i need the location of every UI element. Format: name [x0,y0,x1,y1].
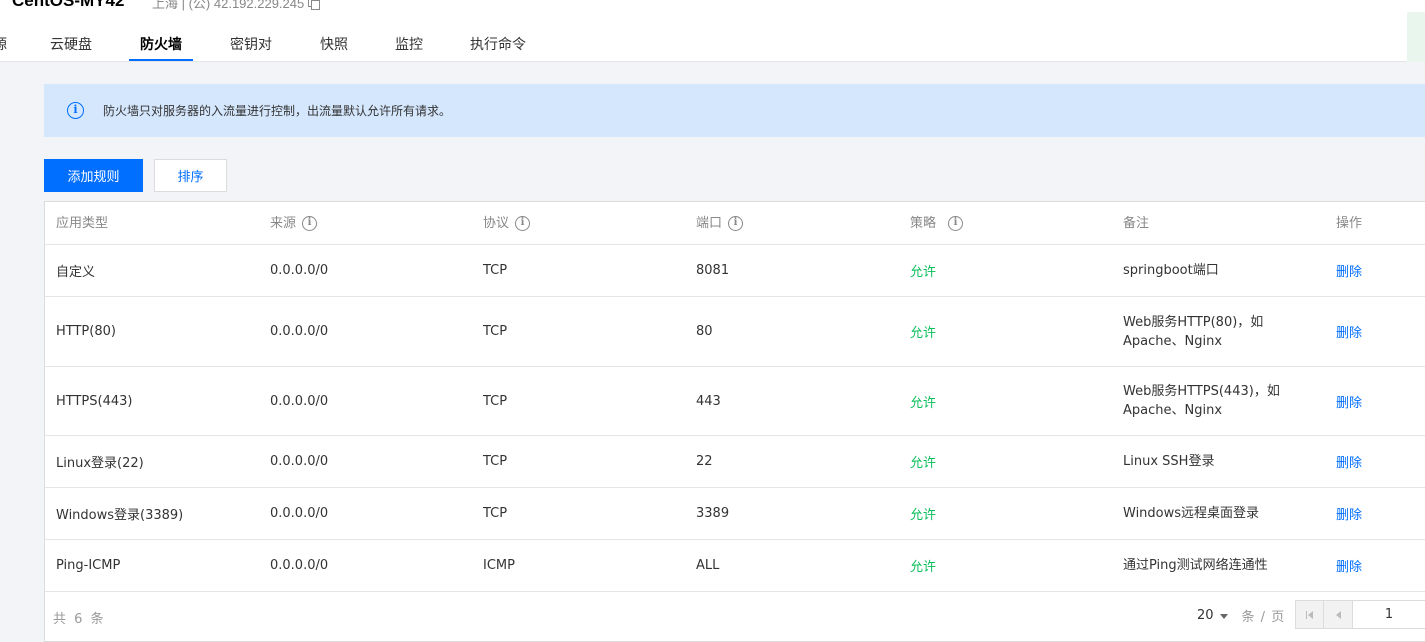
cell-protocol: TCP [483,506,508,521]
cell-policy: 允许 [910,326,937,341]
tab-firewall[interactable]: 防火墙 [129,31,193,62]
delete-rule-link[interactable]: 删除 [1336,245,1362,296]
instance-location-ip: 上海 | (公) 42.192.229.245 [152,0,305,11]
table-row: HTTPS(443) 0.0.0.0/0 TCP 443 允许 Web服务HTT… [45,367,1425,436]
info-banner: i 防火墙只对服务器的入流量进行控制，出流量默认允许所有请求。 [44,84,1425,137]
cell-policy: 允许 [910,265,937,280]
cell-note: Windows远程桌面登录 [1123,506,1260,521]
first-page-button[interactable] [1295,600,1324,629]
first-page-icon [1306,610,1314,619]
help-icon[interactable]: i [728,216,744,231]
cell-protocol: TCP [483,393,508,409]
cell-note: Web服务HTTP(80)，如Apache、Nginx [1123,314,1264,349]
edge-widget [1407,12,1425,62]
cell-source: 0.0.0.0/0 [270,324,329,339]
help-icon[interactable]: i [948,216,964,231]
sort-button[interactable]: 排序 [154,159,227,192]
prev-page-button[interactable] [1324,600,1353,629]
column-port: 端口 i [696,202,744,245]
cell-port: 8081 [696,263,730,278]
tab-monitor[interactable]: 监控 [395,31,423,62]
cell-source: 0.0.0.0/0 [270,263,329,278]
per-page-label: 条 / 页 [1241,610,1286,625]
cell-policy: 允许 [910,395,937,411]
cell-app-type: Linux登录(22) [56,456,144,471]
column-app-type: 应用类型 [56,216,109,231]
column-policy: 策略 i [910,202,964,245]
cell-note: Web服务HTTPS(443)，如Apache、Nginx [1123,384,1280,418]
cell-note: springboot端口 [1123,263,1219,278]
cell-protocol: TCP [483,454,508,469]
delete-rule-link[interactable]: 删除 [1336,540,1362,591]
column-protocol: 协议 i [483,202,531,245]
cell-app-type: HTTP(80) [56,324,116,339]
copy-icon[interactable] [308,0,321,10]
tab-cloud-disk[interactable]: 云硬盘 [50,31,92,62]
pagination [1295,600,1425,629]
tab-exec-command[interactable]: 执行命令 [470,31,526,62]
total-count: 共 6 条 [53,612,106,627]
cell-source: 0.0.0.0/0 [270,393,329,409]
help-icon[interactable]: i [515,216,531,231]
table-row: 自定义 0.0.0.0/0 TCP 8081 允许 springboot端口 删… [45,245,1425,297]
column-source: 来源 i [270,202,318,245]
cell-protocol: ICMP [483,558,515,573]
chevron-down-icon [1219,614,1228,619]
instance-name: CentOS-MY42 [12,0,125,10]
cell-app-type: Ping-ICMP [56,558,121,573]
add-rule-button[interactable]: 添加规则 [44,159,143,192]
firewall-rules-table: 应用类型 来源 i 协议 i 端口 i 策略 i 备注 操作 自定义 0.0.0… [44,201,1425,642]
column-note: 备注 [1123,216,1150,231]
cell-protocol: TCP [483,263,508,278]
table-row: Linux登录(22) 0.0.0.0/0 TCP 22 允许 Linux SS… [45,436,1425,488]
delete-rule-link[interactable]: 删除 [1336,436,1362,487]
cell-policy: 允许 [910,456,937,471]
cell-source: 0.0.0.0/0 [270,506,329,521]
table-header: 应用类型 来源 i 协议 i 端口 i 策略 i 备注 操作 [45,202,1425,245]
instance-meta: 上海 | (公) 42.192.229.245 [152,0,321,12]
cell-port: 22 [696,454,713,469]
cell-port: ALL [696,558,720,573]
table-row: HTTP(80) 0.0.0.0/0 TCP 80 允许 Web服务HTTP(8… [45,297,1425,367]
page-number-input[interactable] [1353,600,1425,629]
page-size-value: 20 [1197,608,1214,623]
page-size-select[interactable]: 20 条 / 页 [1197,606,1285,625]
cell-port: 80 [696,324,713,339]
tab-snapshot[interactable]: 快照 [320,31,348,62]
tab-keypair[interactable]: 密钥对 [230,31,272,62]
column-action: 操作 [1336,216,1363,231]
tab-resource[interactable]: 源 [0,31,7,62]
instance-header: CentOS-MY42 上海 | (公) 42.192.229.245 源 云硬… [0,0,1425,62]
cell-port: 3389 [696,506,730,521]
delete-rule-link[interactable]: 删除 [1336,297,1362,366]
delete-rule-link[interactable]: 删除 [1336,488,1362,539]
info-icon: i [67,102,84,119]
cell-app-type: 自定义 [56,265,96,280]
cell-protocol: TCP [483,324,508,339]
cell-policy: 允许 [910,560,937,575]
cell-note: Linux SSH登录 [1123,454,1215,469]
cell-app-type: HTTPS(443) [56,393,133,409]
prev-page-icon [1335,610,1341,619]
banner-text: 防火墙只对服务器的入流量进行控制，出流量默认允许所有请求。 [103,104,452,118]
table-footer: 共 6 条 20 条 / 页 [45,592,1425,642]
cell-app-type: Windows登录(3389) [56,508,184,523]
cell-note: 通过Ping测试网络连通性 [1123,558,1268,573]
cell-source: 0.0.0.0/0 [270,558,329,573]
cell-policy: 允许 [910,508,937,523]
table-row: Ping-ICMP 0.0.0.0/0 ICMP ALL 允许 通过Ping测试… [45,540,1425,592]
cell-port: 443 [696,393,721,409]
help-icon[interactable]: i [302,216,318,231]
table-row: Windows登录(3389) 0.0.0.0/0 TCP 3389 允许 Wi… [45,488,1425,540]
cell-source: 0.0.0.0/0 [270,454,329,469]
delete-rule-link[interactable]: 删除 [1336,367,1362,435]
